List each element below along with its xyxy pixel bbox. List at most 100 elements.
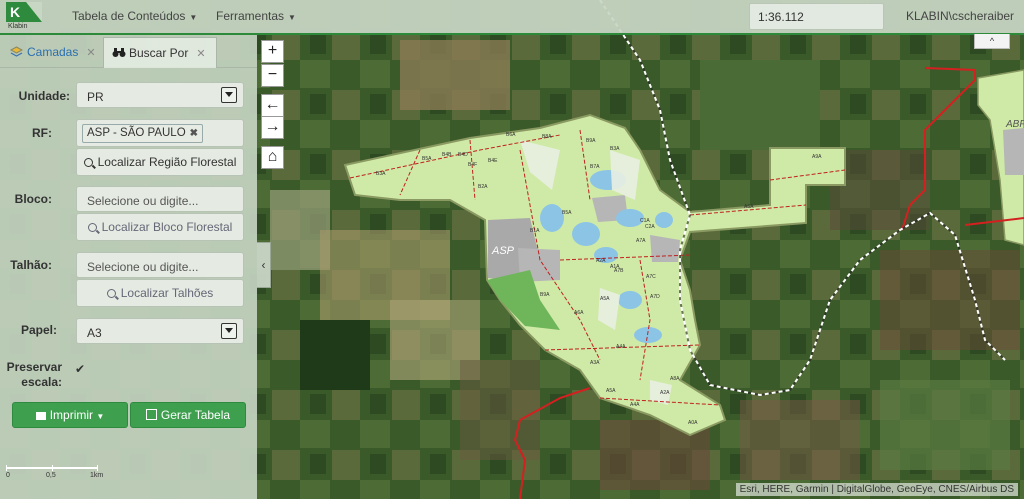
block-label: A8A — [670, 376, 680, 382]
previous-extent-button[interactable]: ← — [261, 94, 284, 117]
block-label: B4E — [488, 158, 498, 164]
tab-camadas[interactable]: Camadas ✕ — [6, 37, 102, 67]
talhao-input[interactable]: Selecione ou digite... — [76, 252, 244, 278]
close-icon[interactable]: ✕ — [86, 47, 95, 59]
block-label: A4A — [616, 344, 626, 350]
menu-label: Ferramentas — [216, 9, 285, 23]
localizar-bloco-button[interactable]: Localizar Bloco Florestal — [76, 213, 244, 241]
block-label: A7B — [614, 268, 624, 274]
block-label: A2A — [660, 390, 670, 396]
collapse-panel-button[interactable]: ‹ — [257, 242, 271, 288]
block-label: A5A — [606, 388, 616, 394]
scale-label: 0,5 — [46, 472, 56, 479]
table-icon — [145, 409, 157, 420]
block-label: B8A — [542, 134, 552, 140]
chevron-up-icon: ^ — [989, 36, 995, 46]
papel-select[interactable]: A3 — [76, 318, 244, 344]
papel-label: Papel: — [20, 323, 57, 337]
block-label: B5A — [422, 156, 432, 162]
menu-tabela-de-conteudos[interactable]: Tabela de Conteúdos ▼ — [72, 9, 197, 23]
block-label: A7A — [636, 238, 646, 244]
layers-icon — [9, 38, 24, 57]
button-label: Imprimir — [49, 408, 94, 422]
button-label: Gerar Tabela — [160, 408, 231, 422]
bloco-label: Bloco: — [14, 192, 52, 206]
plus-icon: + — [267, 42, 278, 59]
gerar-tabela-button[interactable]: Gerar Tabela — [130, 402, 246, 428]
button-label: Localizar Região Florestal — [97, 155, 237, 169]
unidade-label: Unidade: — [18, 89, 70, 103]
preservar-escala-checkbox[interactable]: ✔ — [75, 362, 85, 376]
block-label: A3A — [590, 360, 600, 366]
caret-down-icon: ▼ — [288, 13, 296, 22]
papel-value: A3 — [87, 326, 102, 340]
arrow-left-icon: ← — [264, 96, 281, 113]
rf-label: RF: — [32, 126, 52, 140]
zoom-in-button[interactable]: + — [261, 40, 284, 63]
remove-tag-icon[interactable]: ✖ — [190, 128, 198, 139]
localizar-talhoes-button[interactable]: Localizar Talhões — [76, 279, 244, 307]
talhao-label: Talhão: — [10, 258, 52, 272]
preservar-escala-label: Preservar escala: — [0, 360, 62, 390]
scale-value: 1:36.112 — [758, 10, 804, 24]
minus-icon: − — [267, 66, 278, 83]
rf-select[interactable]: ASP - SÃO PAULO ✖ — [76, 119, 244, 147]
block-label: A7C — [646, 274, 656, 280]
block-label: A4A — [630, 402, 640, 408]
button-label: Localizar Talhões — [120, 286, 214, 300]
caret-down-icon: ▼ — [189, 13, 198, 22]
unidade-select[interactable]: PR — [76, 82, 244, 108]
button-label: Localizar Bloco Florestal — [101, 220, 233, 234]
block-label: B7A — [590, 164, 600, 170]
zoom-out-button[interactable]: − — [261, 64, 284, 87]
home-icon: ⌂ — [267, 148, 278, 165]
localizar-regiao-button[interactable]: Localizar Região Florestal — [76, 148, 244, 176]
next-extent-button[interactable]: → — [261, 116, 284, 139]
home-button[interactable]: ⌂ — [261, 146, 284, 169]
tab-buscar-por[interactable]: Buscar Por ✕ — [103, 37, 217, 68]
block-label: B9A — [540, 292, 550, 298]
asp-map-label: ASP — [491, 245, 515, 257]
klabin-logo: K Klabin — [2, 2, 44, 30]
scale-display[interactable]: 1:36.112 — [749, 3, 884, 30]
imprimir-button[interactable]: Imprimir ▼ — [12, 402, 128, 428]
block-label: A0A — [688, 420, 698, 426]
block-label: B6A — [506, 132, 516, 138]
chevron-left-icon: ‹ — [261, 258, 266, 272]
label-line: escala: — [21, 375, 62, 389]
block-label: B3A — [610, 146, 620, 152]
user-name[interactable]: KLABIN\cscheraiber — [906, 9, 1014, 23]
block-label: B1A — [530, 228, 540, 234]
dropdown-arrow-icon — [221, 87, 237, 103]
block-label: B3A — [376, 171, 386, 177]
rf-tag-label: ASP - SÃO PAULO — [87, 127, 186, 139]
block-label: A6A — [744, 204, 754, 210]
binoculars-icon — [112, 39, 126, 57]
tab-label: Buscar Por — [129, 46, 189, 60]
block-label: A9A — [812, 154, 822, 160]
map-attribution: Esri, HERE, Garmin | DigitalGlobe, GeoEy… — [735, 483, 1018, 496]
block-label: A5A — [600, 296, 610, 302]
scale-label: 0 — [6, 472, 10, 479]
block-label: A6A — [574, 310, 584, 316]
expand-up-button[interactable]: ^ — [974, 34, 1010, 49]
top-bar: K Klabin Tabela de Conteúdos ▼ Ferramenta… — [0, 0, 1024, 35]
block-label: B9A — [586, 138, 596, 144]
close-icon[interactable]: ✕ — [196, 48, 205, 60]
bloco-input[interactable]: Selecione ou digite... — [76, 186, 244, 212]
block-label: B4B — [442, 152, 452, 158]
talhao-placeholder: Selecione ou digite... — [87, 260, 199, 274]
block-label: B4D — [458, 152, 468, 158]
tab-label: Camadas — [27, 45, 79, 59]
unidade-value: PR — [87, 90, 104, 104]
block-label: C2A — [645, 224, 655, 230]
search-icon — [106, 289, 116, 298]
search-icon — [87, 223, 97, 232]
block-label: A2A — [596, 258, 606, 264]
abf-map-label: ABF — [1005, 119, 1024, 130]
scale-label: 1km — [90, 472, 104, 479]
search-icon — [83, 158, 93, 167]
map-scale-bar: 0 0,5 1km — [6, 465, 103, 479]
menu-ferramentas[interactable]: Ferramentas ▼ — [216, 9, 296, 23]
menu-label: Tabela de Conteúdos — [72, 9, 186, 23]
